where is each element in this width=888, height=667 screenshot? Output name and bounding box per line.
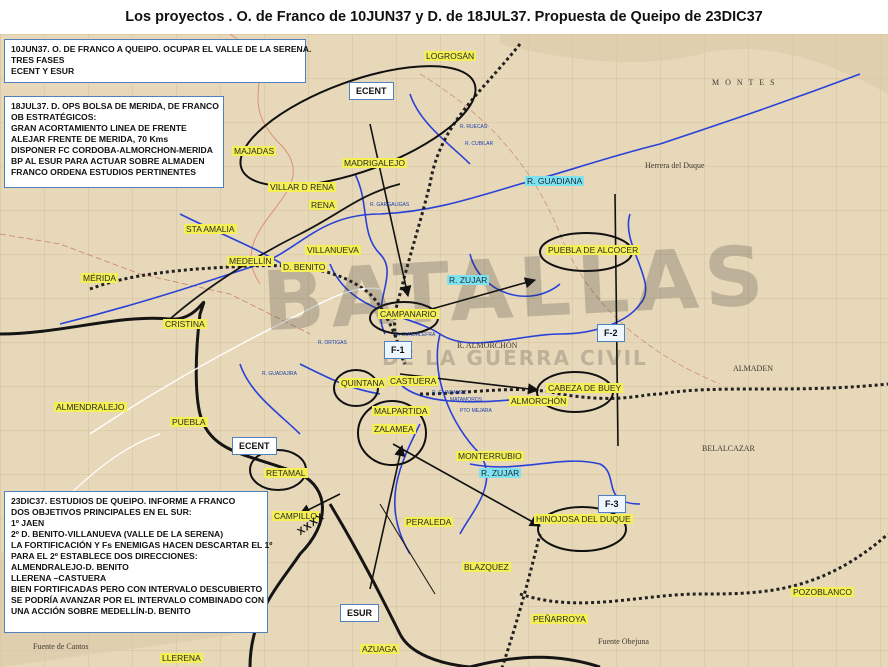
label-fuente-cantos: Fuente de Cantos bbox=[33, 642, 89, 651]
place-quintana: QUINTANA bbox=[339, 378, 387, 388]
label-herrera: Herrera del Duque bbox=[645, 161, 705, 170]
place-sta-amalia: STA AMALIA bbox=[184, 224, 237, 234]
panel-18jul37-line: ALEJAR FRENTE DE MERIDA, 70 Kms bbox=[11, 134, 169, 144]
place-puebla-alcocer: PUEBLA DE ALCOCER bbox=[546, 245, 641, 255]
panel-10jun37: 10JUN37. O. DE FRANCO A QUEIPO. OCUPAR E… bbox=[4, 39, 312, 83]
tag-f1: F-1 bbox=[384, 341, 412, 359]
panel-23dic37-line: PARA EL 2º ESTABLECE DOS DIRECCIONES: bbox=[11, 551, 198, 561]
river-guadiana: R. GUADIANA bbox=[525, 176, 585, 186]
panel-23dic37-line: ALMENDRALEJO-D. BENITO bbox=[11, 562, 129, 572]
panel-23dic37-line: LLERENA –CASTUERA bbox=[11, 573, 107, 583]
panel-18jul37-line: FRANCO ORDENA ESTUDIOS PERTINENTES bbox=[11, 167, 196, 177]
place-malpartida: MALPARTIDA bbox=[372, 406, 430, 416]
place-almendralejo: ALMENDRALEJO bbox=[54, 402, 127, 412]
panel-18jul37-line: GRAN ACORTAMIENTO LINEA DE FRENTE bbox=[11, 123, 187, 133]
place-madrigalejo: MADRIGALEJO bbox=[342, 158, 407, 168]
panel-23dic37-line: 2º D. BENITO-VILLANUEVA (VALLE DE LA SER… bbox=[11, 529, 224, 539]
place-majadas: MAJADAS bbox=[232, 146, 277, 156]
panel-23dic37-line: 23DIC37. ESTUDIOS DE QUEIPO. INFORME A F… bbox=[11, 496, 236, 506]
place-villanueva: VILLANUEVA bbox=[305, 245, 361, 255]
page-title: Los proyectos . O. de Franco de 10JUN37 … bbox=[125, 9, 763, 25]
tag-f3: F-3 bbox=[598, 495, 626, 513]
panel-18jul37-line: 18JUL37. D. OPS BOLSA DE MERIDA, DE FRAN… bbox=[11, 101, 219, 111]
label-montes: M O N T E S bbox=[712, 78, 777, 87]
panel-23dic37-line: BIEN FORTIFICADAS PERO CON INTERVALO DES… bbox=[11, 584, 263, 594]
panel-23dic37-line: 1º JAEN bbox=[11, 518, 45, 528]
river-almorchon: R. ALMORCHÓN bbox=[457, 341, 518, 350]
panel-10jun37-line: 10JUN37. O. DE FRANCO A QUEIPO. OCUPAR E… bbox=[11, 44, 312, 54]
tag-f2: F-2 bbox=[597, 324, 625, 342]
place-penarroya: PEÑARROYA bbox=[531, 614, 588, 624]
place-hinojosa: HINOJOSA DEL DUQUE bbox=[534, 514, 633, 524]
place-campanario: CAMPANARIO bbox=[378, 309, 439, 319]
tiny-label-ortigas: R. ORTIGAS bbox=[318, 340, 347, 346]
place-almorchon: ALMORCHÓN bbox=[509, 396, 569, 406]
place-don-benito: D. BENITO bbox=[281, 262, 328, 272]
panel-10jun37-line: TRES FASES bbox=[11, 55, 65, 65]
tiny-label-guadajira: R. GUADAJIRA bbox=[262, 371, 298, 377]
place-pozoblanco: POZOBLANCO bbox=[791, 587, 855, 597]
place-monterrubio: MONTERRUBIO bbox=[456, 451, 524, 461]
panel-23dic37-line: UNA ACCIÓN SOBRE MEDELLÍN-D. BENITO bbox=[11, 606, 191, 616]
place-peraleda: PERALEDA bbox=[404, 517, 454, 527]
tag-ecent-north: ECENT bbox=[349, 82, 394, 100]
tag-esur: ESUR bbox=[340, 604, 380, 622]
place-puebla: PUEBLA bbox=[170, 417, 208, 427]
panel-23dic37: 23DIC37. ESTUDIOS DE QUEIPO. INFORME A F… bbox=[4, 491, 273, 633]
place-azuaga: AZUAGA bbox=[360, 644, 399, 654]
place-rena: RENA bbox=[309, 200, 337, 210]
tiny-label-ruecas: R. RUECAS bbox=[460, 124, 488, 130]
panel-10jun37-line: ECENT Y ESUR bbox=[11, 66, 75, 76]
tiny-label-cubilar: R. CUBILAR bbox=[465, 141, 494, 147]
tag-ecent-south: ECENT bbox=[232, 437, 277, 455]
place-villar-rena: VILLAR D RENA bbox=[268, 182, 336, 192]
place-cristina: CRISTINA bbox=[163, 319, 207, 329]
panel-18jul37-line: BP AL ESUR PARA ACTUAR SOBRE ALMADEN bbox=[11, 156, 205, 166]
tiny-label-guadamez: R. GUADAMEZ bbox=[432, 390, 467, 396]
place-merida: MÉRIDA bbox=[81, 273, 119, 283]
place-retamal: RETAMAL bbox=[264, 468, 308, 478]
map-area: BATALLAS DE LA GUERRA CIVIL Herrera del … bbox=[0, 34, 888, 667]
tiny-label-gargaligas: R. GARGALIGAS bbox=[370, 202, 410, 208]
place-llerena: LLERENA bbox=[160, 653, 203, 663]
panel-23dic37-line: LA FORTIFICACIÓN Y Fs ENEMIGAS HACEN DES… bbox=[11, 540, 273, 550]
place-medellin: MEDELLÍN bbox=[227, 256, 274, 266]
panel-18jul37-line: OB ESTRATÉGICOS: bbox=[11, 112, 97, 122]
panel-23dic37-line: DOS OBJETIVOS PRINCIPALES EN EL SUR: bbox=[11, 507, 192, 517]
page: Los proyectos . O. de Franco de 10JUN37 … bbox=[0, 0, 888, 667]
tiny-label-pto-mejara: PTO MEJARA bbox=[460, 408, 492, 414]
place-zalamea: ZALAMEA bbox=[372, 424, 416, 434]
place-logrosan: LOGROSÁN bbox=[424, 51, 477, 61]
place-cabeza-buey: CABEZA DE BUEY bbox=[546, 383, 624, 393]
label-fuente-obejuna: Fuente Obejuna bbox=[598, 637, 649, 646]
tiny-label-guadalefra: R. GUADALEFRA bbox=[395, 332, 436, 338]
tiny-label-matamoros: MATAMOROS bbox=[450, 397, 483, 403]
river-zujar-north: R. ZUJAR bbox=[447, 275, 490, 285]
place-blazquez: BLAZQUEZ bbox=[462, 562, 511, 572]
panel-18jul37: 18JUL37. D. OPS BOLSA DE MERIDA, DE FRAN… bbox=[4, 96, 224, 188]
river-zujar-south: R. ZUJAR bbox=[479, 468, 522, 478]
label-belalcazar: BELALCAZAR bbox=[702, 444, 755, 453]
place-castuera: CASTUERA bbox=[388, 376, 439, 386]
panel-23dic37-line: SE PODRÍA AVANZAR POR EL INTERVALO COMBI… bbox=[11, 595, 265, 605]
label-almaden: ALMADEN bbox=[733, 364, 773, 373]
panel-18jul37-line: DISPONER FC CORDOBA-ALMORCHON-MERIDA bbox=[11, 145, 213, 155]
